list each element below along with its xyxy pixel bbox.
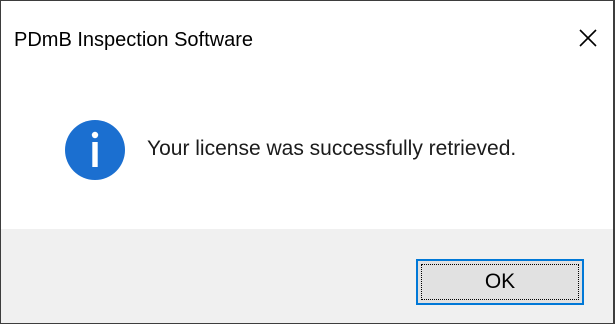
- dialog-message: Your license was successfully retrieved.: [147, 137, 517, 160]
- info-icon: [65, 120, 125, 180]
- dialog-title: PDmB Inspection Software: [14, 29, 253, 51]
- close-icon: [579, 29, 597, 47]
- ok-button-label: OK: [484, 270, 516, 293]
- dialog-body: Your license was successfully retrieved.: [1, 83, 613, 229]
- message-dialog: PDmB Inspection Software Your license wa…: [0, 0, 615, 324]
- close-button[interactable]: [563, 13, 613, 63]
- button-bar: OK: [1, 229, 613, 323]
- ok-button[interactable]: OK: [416, 259, 584, 305]
- title-bar: PDmB Inspection Software: [1, 1, 613, 83]
